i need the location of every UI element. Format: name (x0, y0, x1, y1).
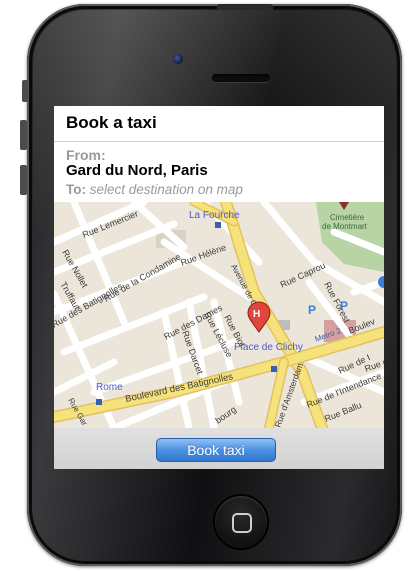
app-screen: Book a taxi From: Gard du Nord, Paris To… (54, 106, 384, 469)
map-label-rome: Rome (96, 382, 123, 393)
earpiece-speaker (212, 74, 270, 82)
map-label-montmart: de Montmart (322, 222, 368, 231)
book-taxi-button[interactable]: Book taxi (156, 438, 276, 462)
volume-up-button (20, 120, 27, 150)
booking-form: Book a taxi From: Gard du Nord, Paris To… (54, 106, 384, 202)
volume-down-button (20, 165, 27, 195)
to-label: To: (66, 182, 86, 197)
map-label-cimetiere: Cimetière (330, 213, 365, 222)
to-row[interactable]: To: select destination on map (66, 182, 243, 197)
map-label-place-de-clichy: Place de Clichy (234, 342, 303, 353)
map-canvas[interactable]: La Fourche Cimetière de Montmart Rue Lem… (54, 202, 384, 428)
map-view[interactable]: La Fourche Cimetière de Montmart Rue Lem… (54, 202, 384, 428)
power-button (217, 4, 273, 10)
to-placeholder: select destination on map (89, 182, 243, 197)
home-square-icon (232, 513, 252, 533)
pin-letter: H (253, 309, 260, 320)
front-camera (173, 54, 183, 64)
parking-icon: P (308, 303, 316, 317)
from-value[interactable]: Gard du Nord, Paris (66, 162, 208, 179)
mute-switch (22, 80, 28, 102)
map-label-la-fourche: La Fourche (189, 210, 240, 221)
from-label: From: (66, 147, 106, 163)
bottom-toolbar: Book taxi (54, 428, 384, 469)
home-button[interactable] (215, 496, 267, 548)
header-divider (54, 141, 384, 142)
page-title: Book a taxi (66, 113, 157, 132)
parking-icon: P (340, 299, 348, 313)
